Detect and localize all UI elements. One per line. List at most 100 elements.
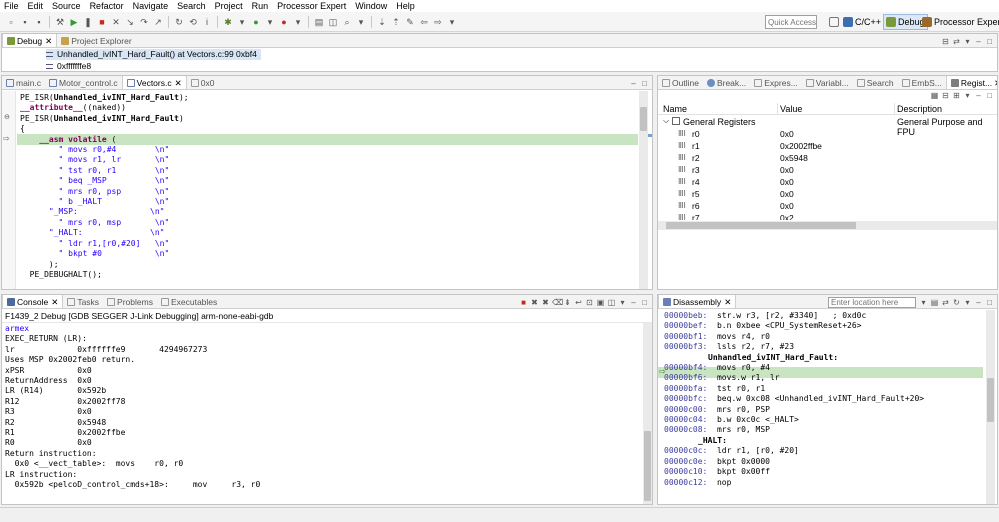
scrollbar-thumb[interactable] — [987, 378, 994, 422]
tab-console[interactable]: Console ✕ — [2, 295, 64, 309]
instruction-step-icon[interactable]: i — [202, 17, 212, 27]
tab-main-c[interactable]: main.c — [2, 76, 45, 89]
hammer-icon[interactable]: ⚒ — [55, 17, 65, 27]
register-value[interactable]: 0x2 — [780, 212, 794, 220]
terminate-icon[interactable]: ■ — [519, 298, 528, 307]
menu-refactor[interactable]: Refactor — [86, 0, 129, 12]
run-icon[interactable]: ● — [251, 17, 261, 27]
menu-file[interactable]: File — [0, 0, 24, 12]
maximize-icon[interactable]: □ — [985, 298, 994, 307]
tab-registers[interactable]: Regist...✕ — [945, 76, 997, 89]
open-type-icon[interactable]: ◫ — [328, 17, 338, 27]
register-row[interactable]: ⅢⅠ r7 0x2 — [658, 212, 996, 220]
pin-icon[interactable]: ⊡ — [585, 298, 594, 307]
register-row[interactable]: ⅢⅠ r2 0x5948 — [658, 152, 996, 164]
step-return-icon[interactable]: ↗ — [153, 17, 163, 27]
maximize-icon[interactable]: □ — [640, 79, 649, 88]
register-value[interactable]: 0x0 — [780, 164, 794, 176]
dropdown-icon[interactable]: ▾ — [265, 17, 275, 27]
show-source-icon[interactable]: ▤ — [930, 298, 939, 307]
register-value[interactable]: 0x0 — [780, 188, 794, 200]
menu-search[interactable]: Search — [173, 0, 211, 12]
register-value[interactable]: 0x0 — [780, 128, 794, 140]
scrollbar-thumb[interactable] — [666, 222, 856, 229]
maximize-icon[interactable]: □ — [985, 37, 994, 46]
tab-project-explorer[interactable]: Project Explorer — [57, 34, 135, 47]
maximize-icon[interactable]: □ — [985, 91, 994, 100]
stack-frame-row[interactable]: Unhandled_ivINT_Hard_Fault() at Vectors.… — [46, 49, 261, 60]
menu-navigate[interactable]: Navigate — [129, 0, 174, 12]
chevron-down-icon[interactable]: ⌵ — [663, 116, 669, 126]
collapse-icon[interactable]: ⊖ — [4, 113, 10, 121]
column-header-name[interactable]: Name — [663, 104, 687, 114]
stack-frame-row[interactable]: 0xfffffffe8 — [46, 61, 91, 72]
close-icon[interactable]: ✕ — [45, 34, 52, 48]
console-scrollbar[interactable] — [643, 323, 652, 504]
tab-breakpoints[interactable]: Break... — [703, 76, 750, 89]
disassembly-scrollbar[interactable] — [986, 310, 995, 504]
dropdown-icon[interactable]: ▾ — [293, 17, 303, 27]
minimize-icon[interactable]: – — [629, 298, 638, 307]
menu-window[interactable]: Window — [351, 0, 392, 12]
new-icon[interactable]: ▫ — [6, 17, 16, 27]
menu-project[interactable]: Project — [211, 0, 248, 12]
dropdown-icon[interactable]: ▾ — [356, 17, 366, 27]
view-menu-icon[interactable]: ▾ — [963, 37, 972, 46]
disconnect-icon[interactable]: ✕ — [111, 17, 121, 27]
register-value[interactable]: 0x0 — [780, 200, 794, 212]
scroll-lock-icon[interactable]: ⇟ — [563, 298, 572, 307]
column-header-value[interactable]: Value — [780, 104, 802, 114]
tab-debug[interactable]: Debug ✕ — [2, 34, 58, 48]
register-row[interactable]: ⅢⅠ r6 0x0 — [658, 200, 996, 212]
register-row[interactable]: ⅢⅠ r3 0x0 — [658, 164, 996, 176]
step-into-icon[interactable]: ↘ — [125, 17, 135, 27]
registers-hscrollbar[interactable] — [658, 221, 997, 230]
external-tools-icon[interactable]: ● — [279, 17, 289, 27]
close-icon[interactable]: ✕ — [724, 295, 731, 309]
open-perspective-button[interactable] — [829, 14, 841, 30]
link-icon[interactable]: ⇄ — [941, 298, 950, 307]
forward-icon[interactable]: ⇨ — [433, 17, 443, 27]
menu-processor-expert[interactable]: Processor Expert — [273, 0, 351, 12]
reset-icon[interactable]: ⟲ — [188, 17, 198, 27]
next-annotation-icon[interactable]: ⇣ — [377, 17, 387, 27]
remove-launch-icon[interactable]: ✖ — [530, 298, 539, 307]
prev-annotation-icon[interactable]: ⇡ — [391, 17, 401, 27]
dropdown-icon[interactable]: ▾ — [919, 298, 928, 307]
console-output[interactable]: armex EXEC_RETURN (LR): lr 0xffffffe9 4294… — [5, 324, 260, 491]
layout-icon[interactable]: ▦ — [930, 91, 939, 100]
tab-vectors-c[interactable]: Vectors.c ✕ — [121, 76, 187, 89]
step-over-icon[interactable]: ↷ — [139, 17, 149, 27]
code-editor[interactable]: PE_ISR(Unhandled_ivINT_Hard_Fault); __att… — [20, 93, 189, 280]
terminate-icon[interactable]: ■ — [97, 17, 107, 27]
restart-icon[interactable]: ↻ — [174, 17, 184, 27]
back-icon[interactable]: ⇦ — [419, 17, 429, 27]
minimize-icon[interactable]: – — [974, 91, 983, 100]
register-row[interactable]: ⅢⅠ r5 0x0 — [658, 188, 996, 200]
display-console-icon[interactable]: ▣ — [596, 298, 605, 307]
tab-embsys[interactable]: EmbS... — [898, 76, 946, 89]
close-icon[interactable]: ✕ — [51, 295, 58, 309]
tab-tasks[interactable]: Tasks — [63, 295, 103, 308]
location-input[interactable] — [828, 296, 916, 308]
search-icon[interactable]: ⌕ — [342, 17, 352, 27]
tab-motor-control-c[interactable]: Motor_control.c — [45, 76, 122, 89]
perspective-debug[interactable]: Debug — [883, 14, 928, 30]
save-all-icon[interactable]: ▪ — [34, 17, 44, 27]
perspective-processor-expert[interactable]: Processor Expert — [922, 14, 999, 30]
disassembly-listing[interactable]: 00000beb: str.w r3, [r2, #3340] ; 0xd0c 0… — [664, 311, 924, 488]
minimize-icon[interactable]: – — [629, 79, 638, 88]
tab-variables[interactable]: Variabl... — [802, 76, 853, 89]
close-icon[interactable]: ✕ — [994, 76, 997, 89]
suspend-icon[interactable]: ❚ — [83, 17, 93, 27]
tab-problems[interactable]: Problems — [103, 295, 157, 308]
collapse-all-icon[interactable]: ⊟ — [941, 91, 950, 100]
perspective-cpp[interactable]: C/C++ — [843, 14, 881, 30]
scrollbar-thumb[interactable] — [640, 107, 647, 131]
last-edit-icon[interactable]: ✎ — [405, 17, 415, 27]
link-icon[interactable]: ⇄ — [952, 37, 961, 46]
resume-icon[interactable]: ▶ — [69, 17, 79, 27]
debug-bug-icon[interactable]: ✱ — [223, 17, 233, 27]
column-header-description[interactable]: Description — [897, 104, 942, 114]
tab-disassembly[interactable]: Disassembly ✕ — [658, 295, 737, 309]
